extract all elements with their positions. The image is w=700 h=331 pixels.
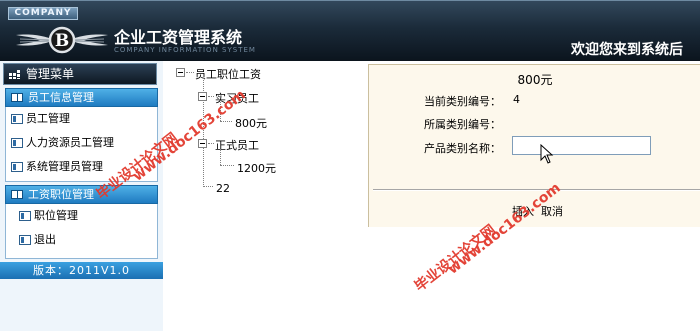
header-banner: COMPANY B 企业工资管理系统 COMPANY INFORMATION S…	[0, 0, 700, 61]
grid-icon	[9, 70, 20, 79]
collapse-icon[interactable]	[198, 92, 207, 101]
collapse-icon[interactable]	[198, 139, 207, 148]
group-title-salary-position[interactable]: 工资职位管理	[5, 185, 158, 204]
sidebar-item-logout[interactable]: 退出	[14, 230, 56, 250]
category-name-label: 产品类别名称：	[424, 142, 501, 155]
menu-header: 管理菜单	[3, 63, 157, 85]
tree-node-regular[interactable]: 正式员工	[215, 137, 259, 153]
tree-leaf-1200[interactable]: 1200元	[237, 160, 276, 176]
group-title-label: 工资职位管理	[28, 188, 94, 201]
menu-title: 管理菜单	[26, 67, 75, 81]
group-title-employee-info[interactable]: 员工信息管理	[5, 88, 158, 107]
page-icon	[11, 162, 23, 172]
app-page: COMPANY B 企业工资管理系统 COMPANY INFORMATION S…	[0, 0, 700, 331]
mouse-cursor-icon	[540, 144, 554, 164]
category-name-input[interactable]	[512, 136, 651, 155]
book-icon	[11, 190, 23, 199]
tree-node-22[interactable]: 22	[216, 182, 230, 195]
sidebar: 管理菜单 员工信息管理 员工管理 人力资源员工管理 系统管理员管理 工资职位管理	[0, 61, 163, 331]
page-icon	[19, 235, 31, 245]
sidebar-item-employee-management[interactable]: 员工管理	[6, 109, 70, 129]
tree-node-root[interactable]: 员工职位工资	[195, 66, 261, 82]
divider	[373, 189, 700, 191]
collapse-icon[interactable]	[176, 68, 185, 77]
sidebar-item-position-management[interactable]: 职位管理	[14, 206, 78, 226]
sidebar-item-label: 退出	[34, 233, 56, 246]
form-title: 800元	[517, 73, 553, 87]
bentley-logo-icon: B	[16, 26, 108, 54]
page-icon	[11, 138, 23, 148]
sidebar-item-label: 员工管理	[26, 112, 70, 125]
company-tag: COMPANY	[8, 7, 78, 20]
page-icon	[19, 211, 31, 221]
group-salary-position: 职位管理 退出	[5, 204, 158, 259]
sidebar-item-label: 人力资源员工管理	[26, 136, 114, 149]
welcome-text: 欢迎您来到系统后	[571, 42, 683, 58]
version-bar: 版本：2011V1.0	[0, 262, 163, 279]
svg-text:B: B	[55, 31, 69, 51]
app-title: 企业工资管理系统	[114, 28, 243, 47]
current-id-label: 当前类别编号：	[424, 95, 501, 108]
parent-id-label: 所属类别编号：	[424, 118, 501, 131]
page-icon	[11, 114, 23, 124]
current-id-value: 4	[513, 93, 520, 106]
app-subtitle: COMPANY INFORMATION SYSTEM	[114, 46, 256, 54]
group-title-label: 员工信息管理	[28, 91, 94, 104]
book-icon	[11, 93, 23, 102]
tree-leaf-800[interactable]: 800元	[235, 115, 267, 131]
sidebar-item-hr-employee-management[interactable]: 人力资源员工管理	[6, 133, 114, 153]
sidebar-item-label: 系统管理员管理	[26, 160, 103, 173]
category-tree: 员工职位工资 实习员工 800元 正式员工 1200元 22	[165, 61, 365, 231]
sidebar-item-admin-management[interactable]: 系统管理员管理	[6, 157, 103, 177]
sidebar-item-label: 职位管理	[34, 209, 78, 222]
